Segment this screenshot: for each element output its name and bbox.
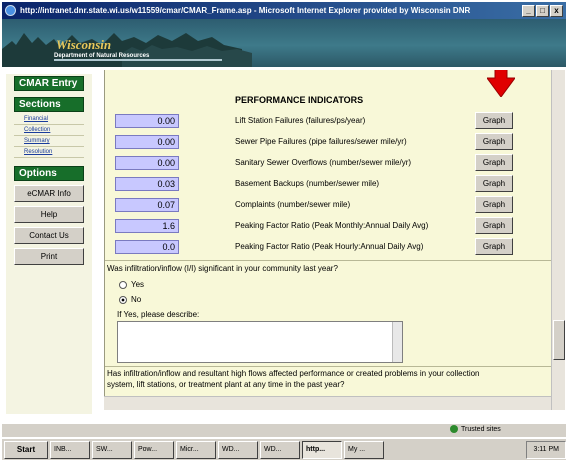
radio-no-circle[interactable] <box>119 295 127 304</box>
taskbar-item[interactable]: WD... <box>218 440 258 459</box>
ie-icon <box>5 5 16 16</box>
indicator-row: 0.03 Basement Backups (number/sewer mile… <box>105 174 551 195</box>
system-clock: 3:11 PM <box>526 440 566 459</box>
describe-label: If Yes, please describe: <box>117 310 200 319</box>
print-button[interactable]: Print <box>14 248 84 265</box>
sections-heading: Sections <box>14 97 84 112</box>
maximize-button[interactable]: □ <box>536 4 549 17</box>
graph-button[interactable]: Graph <box>475 175 513 192</box>
section-link-resolution[interactable]: Resolution <box>14 147 84 158</box>
radio-no[interactable]: No <box>119 295 141 304</box>
section-link-summary[interactable]: Summary <box>14 136 84 147</box>
scroll-thumb[interactable] <box>553 320 565 360</box>
options-heading: Options <box>14 166 84 181</box>
contact-us-button[interactable]: Contact Us <box>14 227 84 244</box>
start-button[interactable]: Start <box>4 440 48 459</box>
indicator-value: 0.07 <box>115 198 179 212</box>
indicator-value: 0.00 <box>115 135 179 149</box>
indicator-label: Sanitary Sewer Overflows (number/sewer m… <box>235 158 412 167</box>
taskbar-item[interactable]: SW... <box>92 440 132 459</box>
indicator-row: 0.0 Peaking Factor Ratio (Peak Hourly:An… <box>105 237 551 258</box>
close-button[interactable]: x <box>550 4 563 17</box>
cmar-entry-heading: CMAR Entry <box>14 76 84 91</box>
section-link-financial[interactable]: Financial <box>14 114 84 125</box>
indicator-label: Sewer Pipe Failures (pipe failures/sewer… <box>235 137 407 146</box>
problems-question-line2: system, lift stations, or treatment plan… <box>107 380 345 389</box>
window-title: http://intranet.dnr.state.wi.us/w11559/c… <box>20 6 471 15</box>
radio-yes-circle[interactable] <box>119 280 127 289</box>
taskbar-item-active[interactable]: http... <box>302 440 342 459</box>
divider <box>105 366 551 367</box>
ecmar-info-button[interactable]: eCMAR Info <box>14 185 84 202</box>
security-zone-label: Trusted sites <box>461 425 501 433</box>
problems-question-line1: Has infiltration/inflow and resultant hi… <box>107 369 480 378</box>
indicator-label: Lift Station Failures (failures/ps/year) <box>235 116 366 125</box>
graph-button[interactable]: Graph <box>475 217 513 234</box>
ii-question: Was infiltration/inflow (I/I) significan… <box>107 264 338 273</box>
indicator-row: 0.00 Sewer Pipe Failures (pipe failures/… <box>105 132 551 153</box>
taskbar-item[interactable]: Micr... <box>176 440 216 459</box>
divider <box>105 260 551 261</box>
indicator-label: Peaking Factor Ratio (Peak Hourly:Annual… <box>235 242 424 251</box>
taskbar-item[interactable]: My ... <box>344 440 384 459</box>
banner-underline <box>54 59 222 61</box>
minimize-button[interactable]: _ <box>522 4 535 17</box>
radio-yes-label: Yes <box>131 280 145 289</box>
graph-button[interactable]: Graph <box>475 154 513 171</box>
indicator-row: 0.00 Sanitary Sewer Overflows (number/se… <box>105 153 551 174</box>
horizontal-scrollbar[interactable] <box>104 396 551 410</box>
red-arrow-icon <box>487 70 515 97</box>
indicator-row: 1.6 Peaking Factor Ratio (Peak Monthly:A… <box>105 216 551 237</box>
vertical-scrollbar[interactable] <box>551 70 565 410</box>
banner-state-name: Wisconsin <box>56 37 112 52</box>
taskbar-item[interactable]: INB... <box>50 440 90 459</box>
textarea-scrollbar[interactable] <box>392 322 402 362</box>
indicator-value: 0.0 <box>115 240 179 254</box>
performance-heading: PERFORMANCE INDICATORS <box>235 95 364 105</box>
section-link-collection[interactable]: Collection <box>14 125 84 136</box>
taskbar-item[interactable]: WD... <box>260 440 300 459</box>
security-zone: Trusted sites <box>450 425 501 433</box>
indicator-value: 0.00 <box>115 156 179 170</box>
indicator-row: 0.00 Lift Station Failures (failures/ps/… <box>105 111 551 132</box>
window-titlebar: http://intranet.dnr.state.wi.us/w11559/c… <box>2 2 566 19</box>
trusted-zone-icon <box>450 425 458 433</box>
graph-button[interactable]: Graph <box>475 196 513 213</box>
windows-taskbar: Start INB... SW... Pow... Micr... WD... … <box>2 438 566 460</box>
help-button[interactable]: Help <box>14 206 84 223</box>
indicator-value: 1.6 <box>115 219 179 233</box>
indicator-label: Peaking Factor Ratio (Peak Monthly:Annua… <box>235 221 429 230</box>
indicator-value: 0.00 <box>115 114 179 128</box>
indicator-row: 0.07 Complaints (number/sewer mile) Grap… <box>105 195 551 216</box>
dnr-banner: Wisconsin Department of Natural Resource… <box>2 19 566 67</box>
graph-button[interactable]: Graph <box>475 112 513 129</box>
graph-button[interactable]: Graph <box>475 133 513 150</box>
describe-textarea[interactable] <box>117 321 403 363</box>
indicator-value: 0.03 <box>115 177 179 191</box>
sidebar: CMAR Entry Sections Financial Collection… <box>6 74 92 414</box>
indicator-label: Basement Backups (number/sewer mile) <box>235 179 380 188</box>
taskbar-item[interactable]: Pow... <box>134 440 174 459</box>
indicator-label: Complaints (number/sewer mile) <box>235 200 351 209</box>
status-bar: Trusted sites <box>2 423 566 437</box>
graph-button[interactable]: Graph <box>475 238 513 255</box>
radio-yes[interactable]: Yes <box>119 280 144 289</box>
radio-no-label: No <box>131 295 142 304</box>
main-content: PERFORMANCE INDICATORS 0.00 Lift Station… <box>104 70 551 396</box>
